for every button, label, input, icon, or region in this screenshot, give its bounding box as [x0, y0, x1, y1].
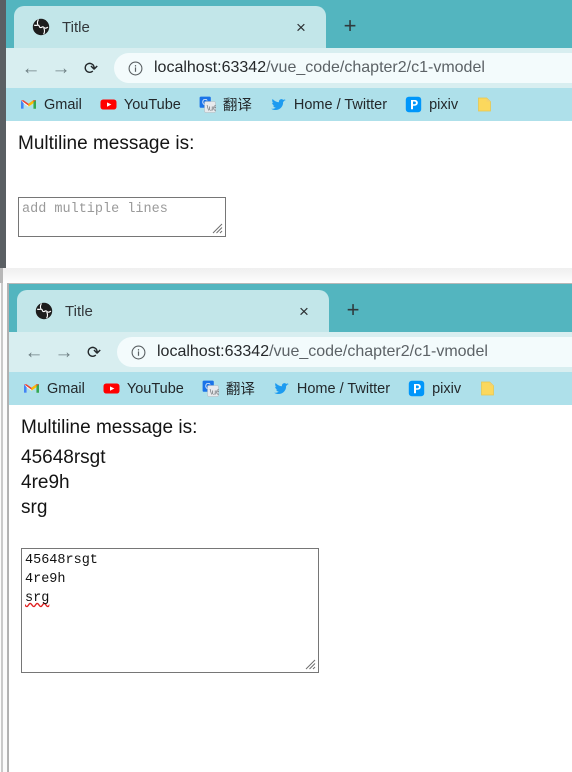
bookmark-twitter[interactable]: Home / Twitter — [270, 96, 387, 113]
multiline-message-textarea-1[interactable] — [18, 197, 226, 237]
twitter-icon — [273, 380, 290, 397]
url-host: localhost:63342 — [154, 59, 267, 76]
bookmark-folder[interactable] — [476, 96, 500, 113]
browser-toolbar-2: ← → ⟳ localhost:63342/vue_code/chapter2/… — [9, 332, 572, 372]
gmail-icon — [23, 380, 40, 397]
browser-window-2: Title × + ← → ⟳ localhost:63342/vue_code… — [8, 283, 572, 772]
google-translate-icon: G \u6587 — [199, 96, 230, 113]
forward-icon[interactable]: → — [46, 53, 76, 83]
bookmark-label: YouTube — [123, 96, 181, 113]
page-content-2: Multiline message is: 45648rsgt 4re9h sr… — [9, 405, 572, 772]
svg-text:\u6587: \u6587 — [210, 387, 219, 396]
page-content-1: Multiline message is: — [6, 121, 572, 266]
globe-favicon — [35, 302, 53, 320]
globe-favicon — [32, 18, 50, 36]
url-text: localhost:63342/vue_code/chapter2/c1-vmo… — [154, 59, 485, 77]
pixiv-icon — [408, 380, 425, 397]
url-text: localhost:63342/vue_code/chapter2/c1-vmo… — [157, 343, 488, 361]
bookmark-folder-icon — [476, 96, 493, 113]
bookmark-twitter[interactable]: Home / Twitter — [273, 380, 390, 397]
address-bar[interactable]: localhost:63342/vue_code/chapter2/c1-vmo… — [114, 53, 572, 83]
bookmark-label: pixiv — [432, 380, 462, 397]
youtube-icon — [100, 96, 117, 113]
youtube-icon — [103, 380, 120, 397]
bookmark-label: YouTube — [126, 380, 184, 397]
desktop-gap — [0, 268, 572, 283]
browser-tab-active-1[interactable]: Title × — [14, 6, 326, 48]
background-window-scrollbar — [1, 283, 3, 772]
misspelled-word: srg — [25, 591, 50, 606]
twitter-icon — [270, 96, 287, 113]
bookmark-label: Gmail — [47, 380, 85, 397]
bookmark-pixiv[interactable]: pixiv — [405, 96, 458, 113]
bookmarks-bar-1: Gmail YouTube G \u6587 翻译 — [6, 88, 572, 121]
bookmark-gmail[interactable]: Gmail — [23, 380, 85, 397]
url-path: /vue_code/chapter2/c1-vmodel — [269, 343, 488, 360]
new-tab-button[interactable]: + — [336, 12, 364, 40]
textarea-line: srg — [25, 589, 315, 608]
url-host: localhost:63342 — [157, 343, 270, 360]
bookmark-google-translate[interactable]: G \u6587 翻译 — [202, 378, 255, 399]
back-icon[interactable]: ← — [19, 337, 49, 367]
bookmark-label: Home / Twitter — [296, 380, 391, 397]
bookmark-label: 翻译 — [225, 382, 255, 398]
close-icon[interactable]: × — [291, 298, 317, 324]
reload-icon[interactable]: ⟳ — [76, 53, 106, 83]
browser-toolbar-1: ← → ⟳ localhost:63342/vue_code/chapter2/… — [6, 48, 572, 88]
pixiv-icon — [405, 96, 422, 113]
textarea-line: 45648rsgt — [25, 553, 98, 568]
background-window-sliver — [0, 283, 8, 772]
reload-icon[interactable]: ⟳ — [79, 337, 109, 367]
bookmark-label: Home / Twitter — [293, 96, 388, 113]
bookmark-folder-icon — [479, 380, 496, 397]
info-circle-icon[interactable] — [131, 345, 146, 360]
bookmark-label: Gmail — [44, 96, 82, 113]
gmail-icon — [20, 96, 37, 113]
bookmark-folder[interactable] — [479, 380, 503, 397]
bookmark-gmail[interactable]: Gmail — [20, 96, 82, 113]
desktop-gap-edge — [0, 268, 3, 283]
new-tab-button[interactable]: + — [339, 296, 367, 324]
bookmark-label: 翻译 — [222, 98, 252, 114]
tab-strip-2: Title × + — [9, 284, 572, 332]
close-icon[interactable]: × — [288, 14, 314, 40]
bookmark-google-translate[interactable]: G \u6587 翻译 — [199, 94, 252, 115]
browser-tab-active-2[interactable]: Title × — [17, 290, 329, 332]
tab-strip-1: Title × + — [6, 0, 572, 48]
page-heading-2: Multiline message is: — [21, 417, 198, 438]
multiline-message-textarea-2[interactable]: 45648rsgt 4re9h srg — [21, 548, 319, 673]
address-bar[interactable]: localhost:63342/vue_code/chapter2/c1-vmo… — [117, 337, 572, 367]
forward-icon[interactable]: → — [49, 337, 79, 367]
url-path: /vue_code/chapter2/c1-vmodel — [266, 59, 485, 76]
textarea-line: 4re9h — [25, 572, 66, 587]
bookmark-pixiv[interactable]: pixiv — [408, 380, 461, 397]
google-translate-icon: G \u6587 — [202, 380, 233, 397]
browser-tab-title: Title — [62, 18, 90, 36]
textarea-wrapper-1 — [18, 197, 226, 237]
svg-text:\u6587: \u6587 — [207, 103, 216, 112]
bookmark-youtube[interactable]: YouTube — [100, 96, 181, 113]
browser-window-1: Title × + ← → ⟳ localhost:63342/vue_code… — [6, 0, 572, 268]
bookmarks-bar-2: Gmail YouTube G \u6587 翻译 — [9, 372, 572, 405]
page-heading-1: Multiline message is: — [18, 133, 195, 154]
bookmark-label: pixiv — [429, 96, 459, 113]
textarea-wrapper-2: 45648rsgt 4re9h srg — [21, 548, 319, 673]
bookmark-youtube[interactable]: YouTube — [103, 380, 184, 397]
browser-tab-title: Title — [65, 302, 93, 320]
page-message-2: 45648rsgt 4re9h srg — [21, 447, 106, 518]
info-circle-icon[interactable] — [128, 61, 143, 76]
back-icon[interactable]: ← — [16, 53, 46, 83]
